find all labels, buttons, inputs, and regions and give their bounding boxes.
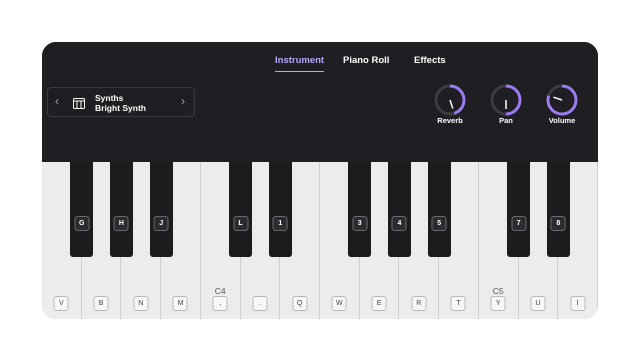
volume-label: Volume xyxy=(548,116,576,125)
key-shortcut-badge: W xyxy=(331,296,347,311)
black-key[interactable]: 4 xyxy=(387,162,411,257)
chevron-right-icon[interactable]: › xyxy=(181,94,185,108)
octave-label: C5 xyxy=(492,286,504,296)
key-shortcut-badge: . xyxy=(252,296,268,311)
key-shortcut-badge: 5 xyxy=(431,216,447,231)
control-panel: Instrument Piano Roll Effects ‹ Synths B… xyxy=(42,42,598,162)
key-shortcut-badge: V xyxy=(53,296,69,311)
key-shortcut-badge: 1 xyxy=(272,216,288,231)
preset-category: Synths xyxy=(95,93,124,103)
black-key[interactable]: 5 xyxy=(427,162,451,257)
black-key[interactable]: 8 xyxy=(546,162,570,257)
preset-name: Bright Synth xyxy=(95,103,146,113)
reverb-knob[interactable] xyxy=(433,83,467,117)
key-shortcut-badge: 8 xyxy=(550,216,566,231)
key-shortcut-badge: H xyxy=(113,216,129,231)
reverb-label: Reverb xyxy=(437,116,463,125)
key-shortcut-badge: Y xyxy=(490,296,506,311)
black-key[interactable]: L xyxy=(229,162,253,257)
black-key[interactable]: 1 xyxy=(268,162,292,257)
black-key[interactable]: 3 xyxy=(348,162,372,257)
key-shortcut-badge: I xyxy=(570,296,586,311)
key-shortcut-badge: L xyxy=(233,216,249,231)
black-key[interactable]: G xyxy=(70,162,94,257)
volume-knob[interactable] xyxy=(545,83,579,117)
preset-selector[interactable]: ‹ Synths Bright Synth › xyxy=(47,87,195,117)
key-shortcut-badge: 4 xyxy=(391,216,407,231)
key-shortcut-badge: J xyxy=(153,216,169,231)
key-shortcut-badge: N xyxy=(133,296,149,311)
piano-keys-icon xyxy=(73,96,85,109)
black-key[interactable]: 7 xyxy=(507,162,531,257)
piano-keyboard: V B N M C4,. Q W E R T C5 Y U I G H J L 1 3 4 5 7 8 xyxy=(42,162,598,319)
black-key[interactable]: J xyxy=(149,162,173,257)
pan-knob[interactable] xyxy=(489,83,523,117)
key-shortcut-badge: Q xyxy=(292,296,308,311)
key-shortcut-badge: E xyxy=(371,296,387,311)
key-shortcut-badge: T xyxy=(450,296,466,311)
key-shortcut-badge: M xyxy=(172,296,188,311)
key-shortcut-badge: 7 xyxy=(511,216,527,231)
synth-window: Instrument Piano Roll Effects ‹ Synths B… xyxy=(42,42,598,319)
pan-label: Pan xyxy=(499,116,513,125)
chevron-left-icon[interactable]: ‹ xyxy=(55,94,59,108)
tab-instrument[interactable]: Instrument xyxy=(275,55,325,72)
key-shortcut-badge: U xyxy=(530,296,546,311)
tab-piano-roll[interactable]: Piano Roll xyxy=(343,55,389,66)
key-shortcut-badge: 3 xyxy=(352,216,368,231)
black-key[interactable]: H xyxy=(109,162,133,257)
tab-effects[interactable]: Effects xyxy=(414,55,446,66)
key-shortcut-badge: G xyxy=(74,216,90,231)
key-shortcut-badge: B xyxy=(93,296,109,311)
key-shortcut-badge: , xyxy=(212,296,228,311)
octave-label: C4 xyxy=(214,286,226,296)
key-shortcut-badge: R xyxy=(411,296,427,311)
